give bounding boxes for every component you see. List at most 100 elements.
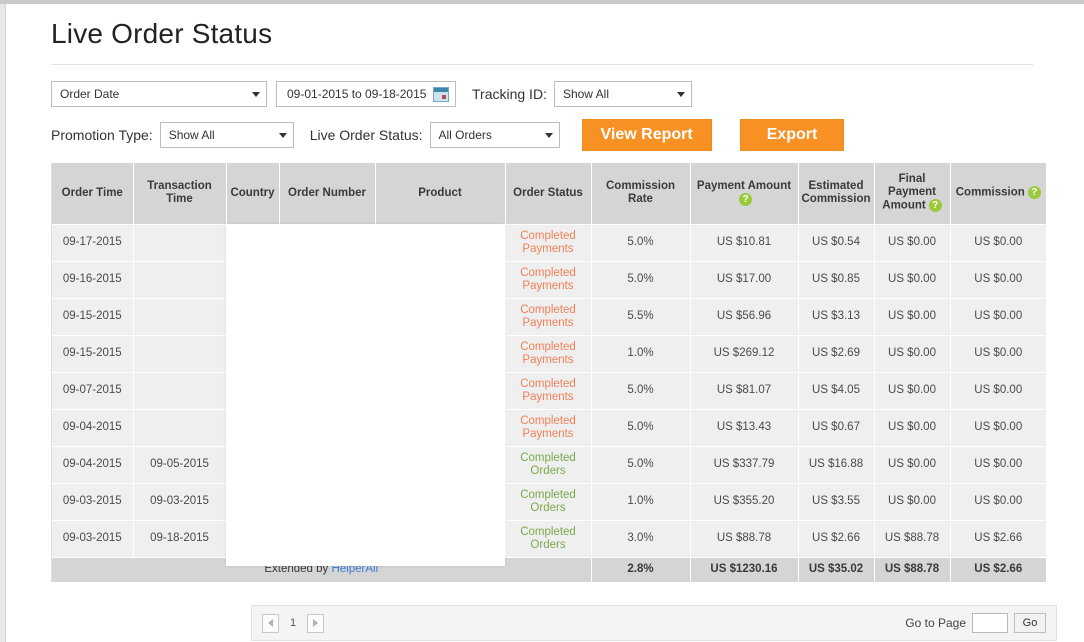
cell-payment-amount: US $81.07: [690, 372, 799, 410]
cell-estimated-commission: US $3.55: [798, 483, 875, 521]
cell-payment-amount: US $10.81: [690, 224, 799, 262]
cell-order-time: 09-04-2015: [52, 409, 134, 447]
cell-payment-amount: US $355.20: [690, 483, 799, 521]
cell-transaction-time: 09-05-2015: [133, 446, 227, 484]
go-to-page-group: Go to Page Go: [905, 613, 1046, 633]
status-badge: Completed Orders: [520, 525, 576, 551]
cell-order-status: Completed Payments: [505, 298, 592, 336]
next-page-button[interactable]: [307, 613, 325, 633]
col-payment-amount-label: Payment Amount: [696, 179, 792, 192]
total-commission-rate: 2.8%: [591, 557, 691, 582]
cell-commission: US $0.00: [950, 372, 1046, 410]
calendar-icon[interactable]: [433, 86, 449, 102]
col-commission-label: Commission: [955, 187, 1025, 200]
status-badge: Completed Payments: [520, 340, 576, 366]
cell-commission-rate: 5.0%: [591, 446, 691, 484]
col-product-label: Product: [418, 186, 462, 199]
col-country-label: Country: [230, 186, 275, 199]
cell-transaction-time: 09-18-2015: [133, 520, 227, 558]
cell-commission-rate: 1.0%: [591, 335, 691, 373]
live-order-status-select[interactable]: All Orders: [429, 122, 560, 148]
col-estimated-commission-label: Estimated Commission: [801, 180, 871, 206]
table-row: 09-15-2015 Completed Payments 5.5% US $56.9…: [52, 298, 1046, 336]
table-row: 09-04-2015 Completed Payments 5.0% US $13.4…: [52, 409, 1046, 447]
table-header-row: Order Time Transaction Time Country Orde…: [52, 163, 1046, 225]
cell-estimated-commission: US $2.66: [798, 520, 875, 558]
window-right-chrome: [1078, 4, 1084, 642]
table-row: 09-16-2015 Completed Payments 5.0% US $17.0…: [52, 261, 1046, 299]
cell-order-status: Completed Payments: [505, 224, 592, 262]
live-order-status-value: All Orders: [438, 128, 492, 142]
col-order-status-label: Order Status: [513, 186, 583, 199]
cell-transaction-time: [133, 409, 227, 447]
totals-row: Extended by HelperAli 2.8% US $1230.16 U…: [52, 557, 1046, 582]
total-final-payment-amount: US $88.78: [874, 557, 951, 582]
cell-commission-rate: 5.0%: [591, 372, 691, 410]
col-order-time[interactable]: Order Time: [52, 163, 134, 225]
go-to-page-input[interactable]: [972, 613, 1008, 633]
cell-order-time: 09-07-2015: [52, 372, 134, 410]
cell-payment-amount: US $337.79: [690, 446, 799, 484]
cell-estimated-commission: US $2.69: [798, 335, 875, 373]
col-commission[interactable]: Commission?: [950, 163, 1046, 225]
cell-transaction-time: [133, 372, 227, 410]
table-row: 09-17-2015 Completed Payments 5.0% US $10.8…: [52, 224, 1046, 262]
cell-commission: US $0.00: [950, 483, 1046, 521]
date-range-input[interactable]: 09-01-2015 to 09-18-2015: [276, 81, 456, 107]
page-content: Live Order Status Order Date 09-01-2015 …: [7, 4, 1077, 642]
chevron-down-icon: [544, 133, 553, 138]
help-icon[interactable]: ?: [1027, 186, 1041, 200]
cell-order-status: Completed Payments: [505, 372, 592, 410]
prev-page-button[interactable]: [262, 613, 279, 633]
tracking-id-select[interactable]: Show All: [553, 81, 692, 107]
col-final-payment-amount[interactable]: Final Payment Amount?: [874, 163, 951, 225]
col-order-number[interactable]: Order Number: [279, 163, 376, 225]
cell-order-time: 09-16-2015: [52, 261, 134, 299]
cell-final-payment-amount: US $0.00: [874, 335, 951, 373]
col-country[interactable]: Country: [226, 163, 280, 225]
col-transaction-time[interactable]: Transaction Time: [133, 163, 227, 225]
cell-commission: US $2.66: [950, 520, 1046, 558]
window-left-chrome: [0, 4, 6, 642]
cell-order-status: Completed Payments: [505, 335, 592, 373]
page-number[interactable]: 1: [290, 617, 296, 629]
table-row: 09-07-2015 Completed Payments 5.0% US $81.0…: [52, 372, 1046, 410]
chevron-right-icon: [313, 619, 319, 627]
status-badge: Completed Payments: [520, 377, 576, 403]
promotion-type-select[interactable]: Show All: [159, 122, 294, 148]
cell-order-time: 09-03-2015: [52, 483, 134, 521]
live-order-status-label: Live Order Status:: [309, 127, 423, 143]
help-icon[interactable]: ?: [928, 199, 942, 213]
cell-estimated-commission: US $0.54: [798, 224, 875, 262]
cell-order-status: Completed Orders: [505, 483, 592, 521]
col-commission-rate[interactable]: Commission Rate: [591, 163, 691, 225]
status-badge: Completed Payments: [520, 414, 576, 440]
view-report-button[interactable]: View Report: [581, 119, 712, 151]
cell-order-status: Completed Orders: [505, 446, 592, 484]
help-icon[interactable]: ?: [739, 192, 752, 206]
col-order-time-label: Order Time: [61, 186, 123, 199]
col-product[interactable]: Product: [375, 163, 506, 225]
cell-final-payment-amount: US $0.00: [874, 224, 951, 262]
cell-order-time: 09-15-2015: [52, 298, 134, 336]
filter-row-primary: Order Date 09-01-2015 to 09-18-2015 Trac…: [51, 81, 1077, 107]
cell-final-payment-amount: US $0.00: [874, 409, 951, 447]
orders-table-container: Order Time Transaction Time Country Orde…: [51, 163, 1046, 582]
cell-order-time: 09-03-2015: [52, 520, 134, 558]
cell-final-payment-amount: US $88.78: [874, 520, 951, 558]
status-badge: Completed Orders: [520, 451, 576, 477]
date-type-select[interactable]: Order Date: [51, 81, 267, 107]
col-order-status[interactable]: Order Status: [505, 163, 592, 225]
col-estimated-commission[interactable]: Estimated Commission: [798, 163, 875, 225]
cell-order-time: 09-04-2015: [52, 446, 134, 484]
go-button[interactable]: Go: [1014, 613, 1046, 633]
export-button[interactable]: Export: [739, 119, 845, 151]
total-estimated-commission: US $35.02: [798, 557, 875, 582]
cell-commission-rate: 5.5%: [591, 298, 691, 336]
cell-commission-rate: 3.0%: [591, 520, 691, 558]
cell-estimated-commission: US $16.88: [798, 446, 875, 484]
cell-estimated-commission: US $0.67: [798, 409, 875, 447]
col-payment-amount[interactable]: Payment Amount?: [690, 163, 799, 225]
cell-payment-amount: US $17.00: [690, 261, 799, 299]
table-row: 09-03-2015 09-18-2015 Completed Orders 3.0%…: [52, 520, 1046, 558]
